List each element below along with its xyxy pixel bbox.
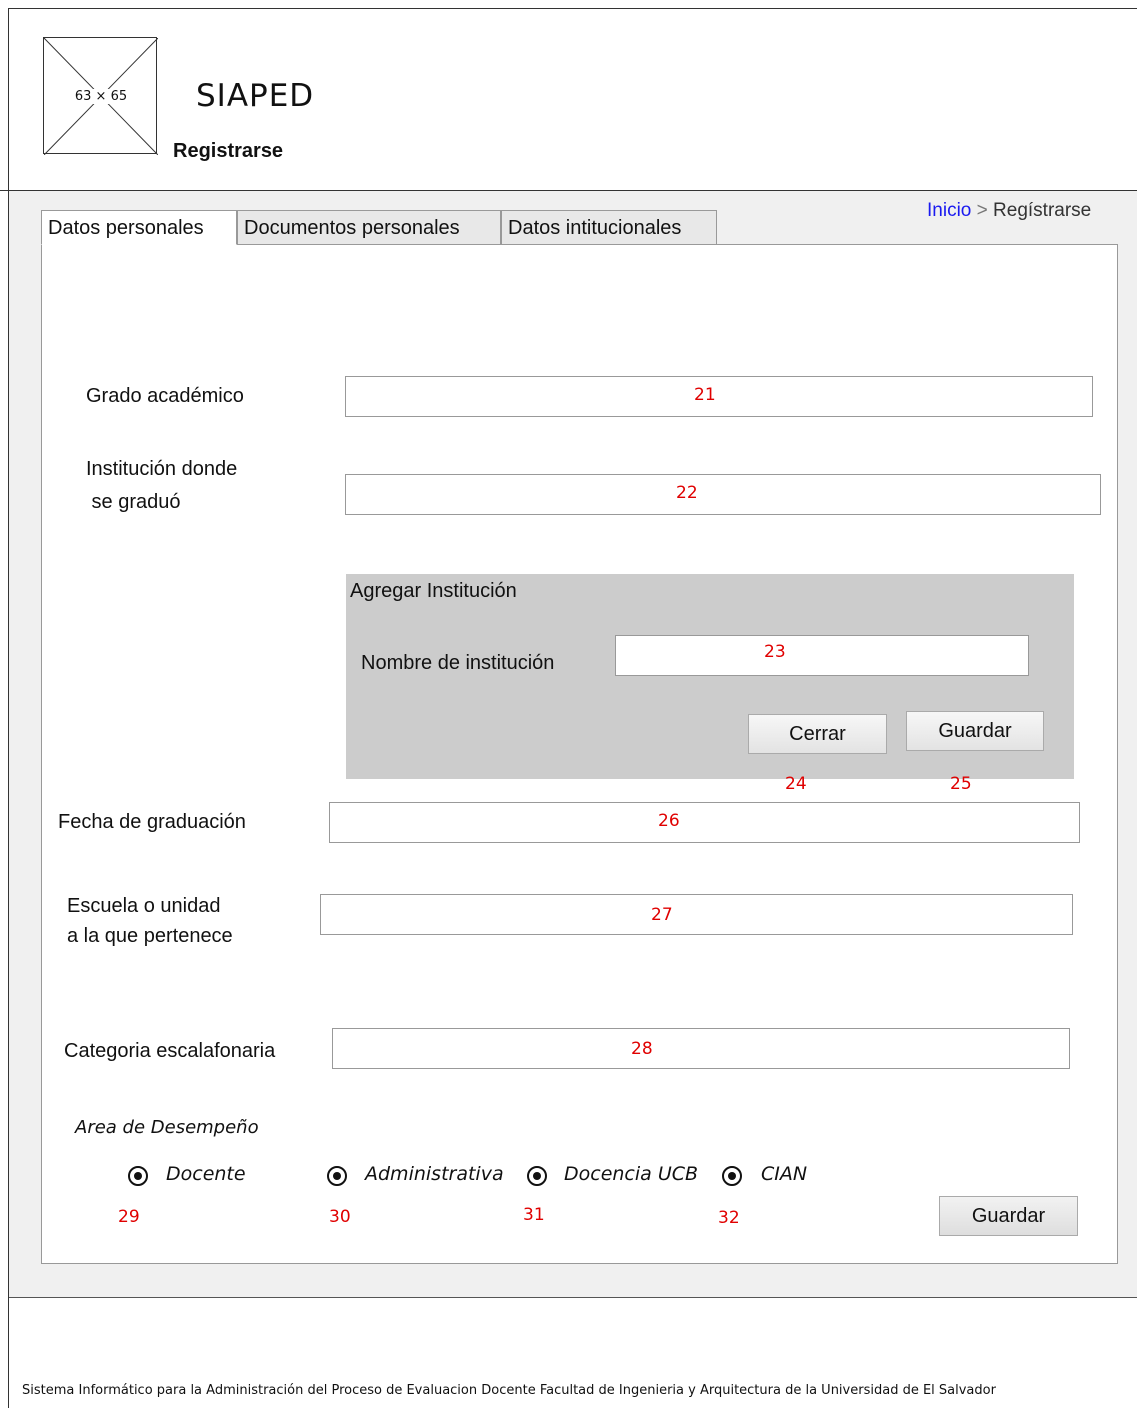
field-number: 23	[764, 642, 786, 662]
grado-academico-label: Grado académico	[86, 385, 244, 407]
radio-docente-label: Docente	[166, 1163, 246, 1185]
tab-datos-institucionales[interactable]: Datos intitucionales	[501, 210, 717, 245]
radio-docente[interactable]	[128, 1166, 148, 1186]
escuela-input[interactable]: 27	[320, 894, 1073, 935]
breadcrumb: Inicio > Regístrarse	[927, 200, 1091, 222]
nombre-institucion-input[interactable]: 23	[615, 635, 1029, 676]
field-number: 21	[694, 385, 716, 405]
radio-docencia-ucb[interactable]	[527, 1166, 547, 1186]
radio-cian[interactable]	[722, 1166, 742, 1186]
field-number: 24	[785, 774, 807, 794]
breadcrumb-current: Regístrarse	[993, 200, 1092, 221]
radio-administrativa[interactable]	[327, 1166, 347, 1186]
fecha-graduacion-label: Fecha de graduación	[58, 811, 246, 833]
escuela-label-line2: a la que pertenece	[67, 925, 233, 947]
tab-datos-personales[interactable]: Datos personales	[41, 210, 237, 245]
page-subtitle: Registrarse	[173, 140, 284, 162]
institucion-label-line2: se graduó	[86, 491, 181, 513]
area-desempeno-label: Area de Desempeño	[75, 1117, 259, 1138]
field-number: 25	[950, 774, 972, 794]
field-number: 31	[523, 1205, 545, 1225]
fecha-graduacion-input[interactable]: 26	[329, 802, 1080, 843]
field-number: 26	[658, 811, 680, 831]
field-number: 27	[651, 905, 673, 925]
grado-academico-input[interactable]: 21	[345, 376, 1093, 417]
logo-placeholder: 63 × 65	[43, 37, 158, 155]
app-title: SIAPED	[196, 78, 315, 114]
radio-docencia-ucb-label: Docencia UCB	[564, 1163, 699, 1185]
categoria-input[interactable]: 28	[332, 1028, 1070, 1069]
field-number: 30	[329, 1207, 351, 1227]
nombre-institucion-label: Nombre de institución	[361, 652, 555, 674]
escuela-label-line1: Escuela o unidad	[67, 895, 221, 917]
field-number: 32	[718, 1208, 740, 1228]
breadcrumb-separator: >	[976, 200, 988, 221]
institucion-input[interactable]: 22	[345, 474, 1101, 515]
logo-size-label: 63 × 65	[62, 89, 140, 104]
footer-text: Sistema Informático para la Administraci…	[22, 1383, 996, 1398]
guardar-button[interactable]: Guardar	[939, 1196, 1078, 1236]
frame-top-border	[8, 8, 1137, 9]
radio-administrativa-label: Administrativa	[365, 1163, 504, 1185]
categoria-label: Categoria escalafonaria	[64, 1040, 276, 1062]
field-number: 22	[676, 483, 698, 503]
radio-cian-label: CIAN	[761, 1163, 808, 1185]
field-number: 28	[631, 1039, 653, 1059]
institucion-label-line1: Institución donde	[86, 458, 238, 480]
tab-documentos-personales[interactable]: Documentos personales	[237, 210, 501, 245]
breadcrumb-home-link[interactable]: Inicio	[927, 200, 971, 221]
field-number: 29	[118, 1207, 140, 1227]
add-institution-title: Agregar Institución	[350, 580, 517, 602]
guardar-institution-button[interactable]: Guardar	[906, 711, 1044, 751]
cerrar-button[interactable]: Cerrar	[748, 714, 887, 754]
